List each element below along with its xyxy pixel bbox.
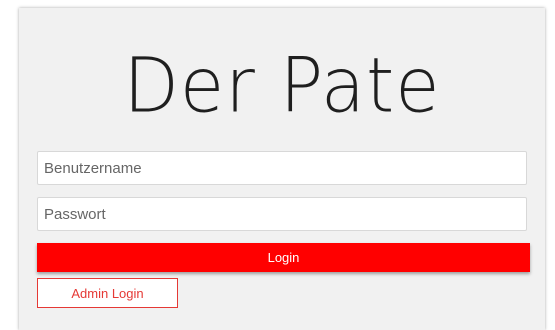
page-title: Der Pate xyxy=(123,40,441,130)
login-button[interactable]: Login xyxy=(37,243,530,272)
password-input[interactable] xyxy=(37,197,527,231)
admin-login-button[interactable]: Admin Login xyxy=(37,278,178,308)
username-input[interactable] xyxy=(37,151,527,185)
login-card: Der Pate Login Admin Login xyxy=(19,8,545,330)
